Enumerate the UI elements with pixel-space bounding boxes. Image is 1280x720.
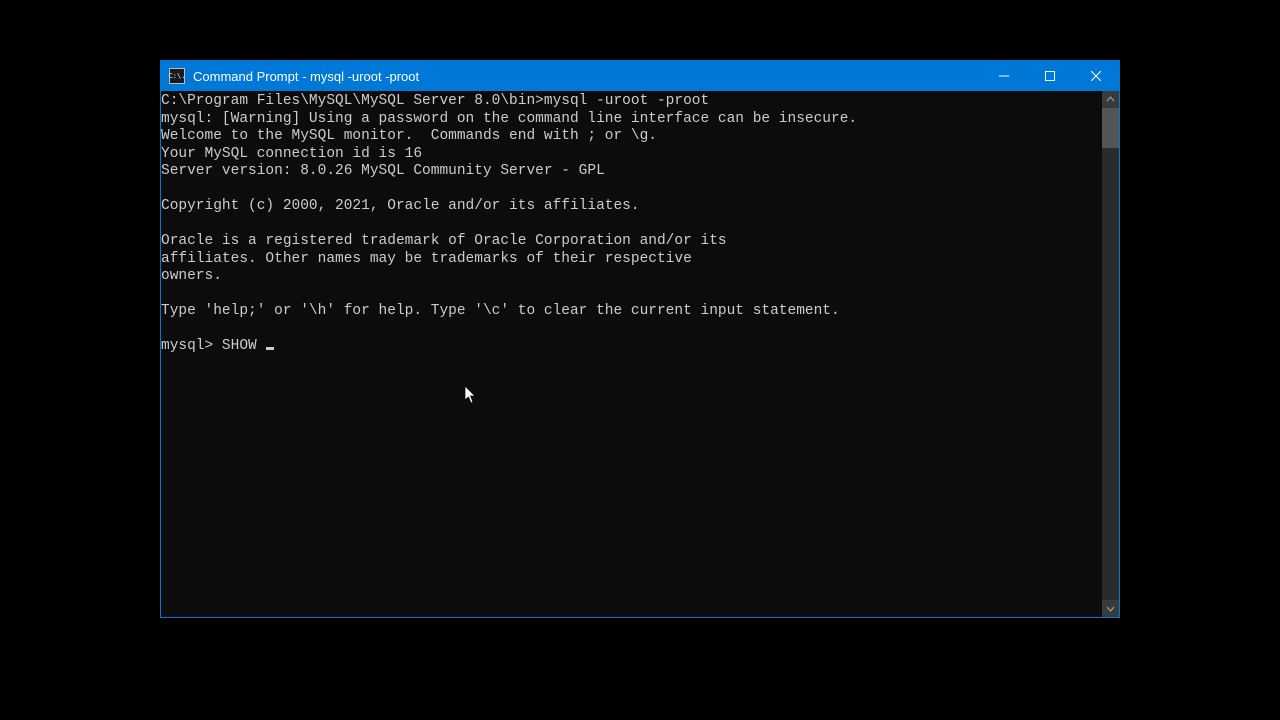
minimize-icon xyxy=(999,71,1009,81)
terminal-line: mysql: [Warning] Using a password on the… xyxy=(161,111,1102,129)
scroll-track[interactable] xyxy=(1102,108,1119,600)
terminal-prompt: mysql> xyxy=(161,338,222,354)
vertical-scrollbar[interactable] xyxy=(1102,91,1119,617)
titlebar[interactable]: C:\. Command Prompt - mysql -uroot -proo… xyxy=(161,61,1119,91)
maximize-button[interactable] xyxy=(1027,61,1073,91)
terminal-line xyxy=(161,286,1102,304)
chevron-up-icon xyxy=(1106,95,1115,104)
terminal-line: owners. xyxy=(161,268,1102,286)
terminal-current-input: SHOW xyxy=(222,338,266,354)
terminal-line: Welcome to the MySQL monitor. Commands e… xyxy=(161,128,1102,146)
terminal-line: affiliates. Other names may be trademark… xyxy=(161,251,1102,269)
scroll-up-button[interactable] xyxy=(1102,91,1119,108)
close-button[interactable] xyxy=(1073,61,1119,91)
terminal-line: Oracle is a registered trademark of Orac… xyxy=(161,233,1102,251)
terminal-output[interactable]: C:\Program Files\MySQL\MySQL Server 8.0\… xyxy=(161,91,1102,617)
terminal-line: Type 'help;' or '\h' for help. Type '\c'… xyxy=(161,303,1102,321)
scroll-thumb[interactable] xyxy=(1102,108,1119,148)
command-prompt-window: C:\. Command Prompt - mysql -uroot -proo… xyxy=(160,60,1120,618)
cmd-icon: C:\. xyxy=(169,68,185,84)
terminal-line: Server version: 8.0.26 MySQL Community S… xyxy=(161,163,1102,181)
terminal-line xyxy=(161,321,1102,339)
terminal-line xyxy=(161,216,1102,234)
text-cursor xyxy=(266,347,274,350)
terminal-line: Your MySQL connection id is 16 xyxy=(161,146,1102,164)
terminal-prompt-line[interactable]: mysql> SHOW xyxy=(161,338,1102,356)
close-icon xyxy=(1091,71,1101,81)
client-area: C:\Program Files\MySQL\MySQL Server 8.0\… xyxy=(161,91,1119,617)
terminal-line xyxy=(161,181,1102,199)
minimize-button[interactable] xyxy=(981,61,1027,91)
chevron-down-icon xyxy=(1106,604,1115,613)
terminal-line: Copyright (c) 2000, 2021, Oracle and/or … xyxy=(161,198,1102,216)
cmd-icon-label: C:\. xyxy=(169,73,186,80)
terminal-line: C:\Program Files\MySQL\MySQL Server 8.0\… xyxy=(161,93,1102,111)
window-controls xyxy=(981,61,1119,91)
window-title: Command Prompt - mysql -uroot -proot xyxy=(193,69,981,84)
maximize-icon xyxy=(1045,71,1055,81)
scroll-down-button[interactable] xyxy=(1102,600,1119,617)
